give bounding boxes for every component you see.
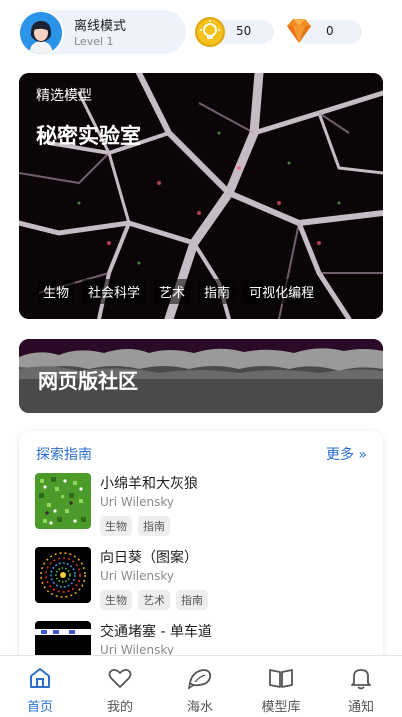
gem-count: 0 — [326, 24, 334, 38]
model-tag[interactable]: 指南 — [176, 590, 208, 610]
more-link[interactable]: 更多 » — [326, 444, 367, 464]
model-tags: 生物 艺术 指南 — [100, 590, 208, 610]
featured-tag[interactable]: 可视化编程 — [243, 279, 321, 304]
profile-pill[interactable]: 离线模式 Level 1 — [18, 10, 186, 56]
model-title: 小绵羊和大灰狼 — [100, 476, 198, 492]
list-item[interactable]: 向日葵（图案） Uri Wilensky 生物 艺术 指南 — [35, 547, 365, 617]
nav-label: 海水 — [186, 700, 213, 715]
model-tag[interactable]: 艺术 — [138, 590, 170, 610]
featured-tag[interactable]: 生物 — [37, 279, 76, 304]
model-thumbnail — [35, 473, 91, 529]
top-bar: 离线模式 Level 1 50 0 — [0, 0, 402, 64]
bell-icon — [351, 669, 371, 690]
coin-count: 50 — [236, 24, 252, 38]
guide-header: 探索指南 — [36, 447, 92, 463]
model-tag[interactable]: 指南 — [138, 516, 170, 536]
community-title: 网页版社区 — [38, 369, 138, 393]
model-tag[interactable]: 生物 — [100, 516, 132, 536]
nav-label: 模型库 — [261, 700, 301, 715]
nav-home[interactable]: 首页 — [0, 656, 80, 717]
profile-name: 离线模式 — [74, 19, 127, 34]
nav-seawater[interactable]: 海水 — [160, 656, 240, 717]
featured-model-card[interactable]: 精选模型 秘密实验室 生物 社会科学 艺术 指南 可视化编程 — [19, 73, 383, 319]
nav-label: 首页 — [26, 700, 53, 715]
nav-favorites[interactable]: 我的 — [80, 656, 160, 717]
web-community-banner[interactable]: 网页版社区 — [19, 339, 383, 413]
heart-icon — [108, 668, 132, 688]
model-thumbnail — [35, 621, 91, 655]
model-title: 交通堵塞 - 单车道 — [100, 624, 212, 640]
list-item[interactable]: 交通堵塞 - 单车道 Uri Wilensky — [35, 621, 365, 655]
model-author: Uri Wilensky — [100, 495, 174, 509]
featured-tag[interactable]: 艺术 — [153, 279, 192, 304]
model-author: Uri Wilensky — [100, 643, 174, 655]
explore-guide-card: 探索指南 更多 » 小绵羊和大灰狼 Uri Wilensky 生物 指南 向日葵… — [19, 431, 383, 655]
model-author: Uri Wilensky — [100, 569, 174, 583]
featured-tag[interactable]: 指南 — [198, 279, 237, 304]
shell-icon — [187, 669, 212, 690]
featured-tag[interactable]: 社会科学 — [82, 279, 147, 304]
home-icon — [30, 668, 50, 688]
nav-label: 通知 — [347, 700, 374, 715]
nav-notifications[interactable]: 通知 — [321, 656, 401, 717]
book-icon — [269, 669, 293, 688]
model-title: 向日葵（图案） — [100, 550, 198, 566]
user-avatar[interactable] — [18, 10, 64, 56]
nav-model-library[interactable]: 模型库 — [241, 656, 321, 717]
diamond-icon — [283, 15, 315, 47]
profile-level: Level 1 — [74, 35, 114, 48]
lightbulb-coin-icon — [194, 16, 226, 48]
featured-tags: 生物 社会科学 艺术 指南 可视化编程 — [37, 279, 321, 304]
model-thumbnail — [35, 547, 91, 603]
model-tags: 生物 指南 — [100, 516, 170, 536]
featured-label: 精选模型 — [36, 88, 92, 104]
bottom-nav: 首页 我的 海水 模型库 通知 — [0, 655, 402, 717]
list-item[interactable]: 小绵羊和大灰狼 Uri Wilensky 生物 指南 — [35, 473, 365, 543]
model-tag[interactable]: 生物 — [100, 590, 132, 610]
featured-title: 秘密实验室 — [36, 124, 141, 148]
home-content[interactable]: 精选模型 秘密实验室 生物 社会科学 艺术 指南 可视化编程 网页版社区 探索指… — [0, 64, 402, 655]
nav-label: 我的 — [106, 700, 133, 715]
